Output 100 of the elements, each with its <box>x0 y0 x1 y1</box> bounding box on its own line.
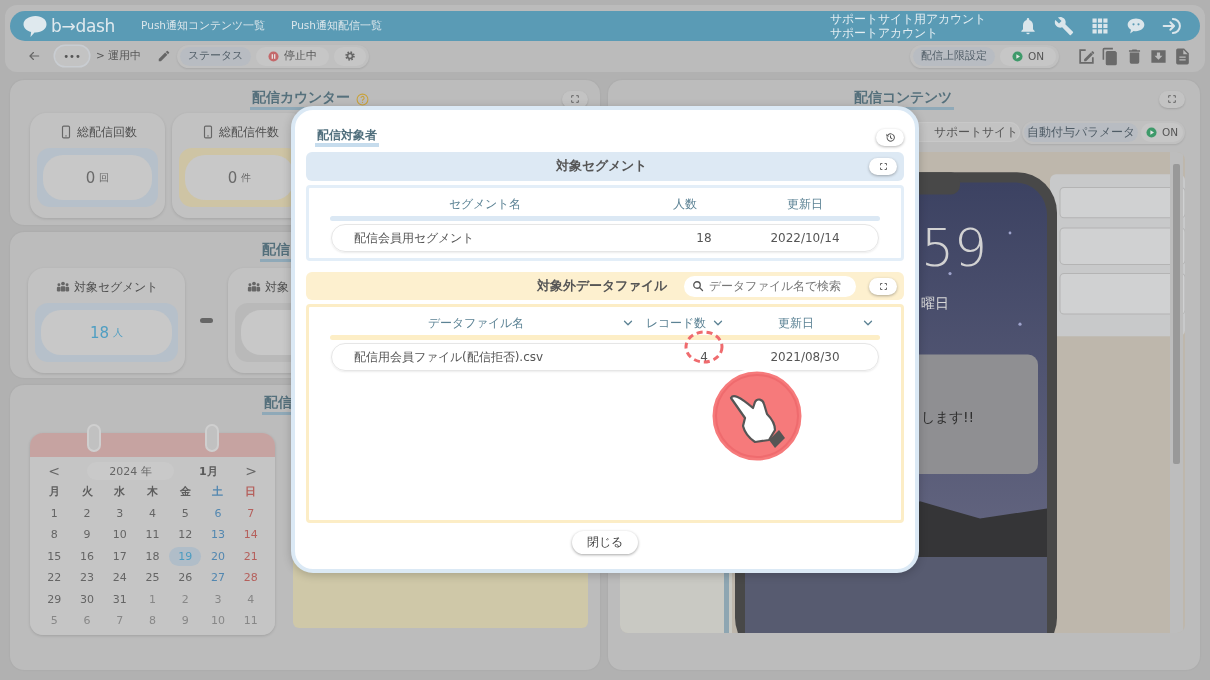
calendar-day[interactable]: 23 <box>71 568 104 588</box>
calendar-day[interactable]: 15 <box>38 546 71 566</box>
more-button[interactable]: ••• <box>55 46 89 66</box>
calendar-day[interactable]: 5 <box>38 611 71 631</box>
calendar-day[interactable]: 7 <box>234 503 267 523</box>
settings-button[interactable] <box>334 46 367 66</box>
year-selector[interactable]: 2024 年 <box>87 462 174 480</box>
expand-icon <box>878 162 888 171</box>
calendar-day[interactable]: 6 <box>201 503 234 523</box>
calendar-day[interactable]: 3 <box>103 503 136 523</box>
app-grid-icon[interactable] <box>1090 16 1110 36</box>
calendar-ring <box>87 424 101 452</box>
calendar-day[interactable]: 22 <box>38 568 71 588</box>
table-cell-text: 2022/10/14 <box>769 231 841 245</box>
toggle-switch[interactable]: ON <box>999 46 1056 66</box>
people-icon <box>247 280 261 294</box>
status-button[interactable]: 停止中 <box>256 46 330 66</box>
column-header[interactable]: 更新日 <box>730 314 880 332</box>
calendar-day[interactable]: 9 <box>71 525 104 545</box>
breadcrumb[interactable]: > 運用中 <box>96 49 142 63</box>
calendar-day[interactable]: 25 <box>136 568 169 588</box>
nav-link[interactable]: Push通知配信一覧 <box>291 19 382 33</box>
toggle-switch[interactable]: ON <box>1140 122 1183 142</box>
back-arrow-icon[interactable] <box>27 49 41 63</box>
calendar-day[interactable]: 11 <box>136 525 169 545</box>
calendar-day[interactable]: 26 <box>169 568 202 588</box>
calendar-day[interactable]: 6 <box>71 611 104 631</box>
calendar-day[interactable]: 10 <box>103 525 136 545</box>
lock-screen-date: 曜日 <box>921 295 949 313</box>
edit-icon[interactable] <box>1077 46 1096 66</box>
bell-icon[interactable] <box>1018 16 1038 36</box>
expand-button[interactable] <box>869 158 897 175</box>
search-icon <box>692 280 704 292</box>
calendar-day[interactable]: 5 <box>169 503 202 523</box>
document-icon[interactable] <box>1173 46 1192 66</box>
calendar-day[interactable]: 18 <box>136 546 169 566</box>
card-label: 総配信回数 <box>76 124 137 140</box>
calendar-day[interactable]: 30 <box>71 589 104 609</box>
column-header[interactable]: 更新日 <box>787 195 823 213</box>
calendar-day[interactable]: 8 <box>136 611 169 631</box>
calendar-day[interactable]: 13 <box>201 525 234 545</box>
calendar-day[interactable]: 14 <box>234 525 267 545</box>
calendar-ring <box>205 424 219 452</box>
weekday-label: 木 <box>147 484 158 500</box>
logo-text[interactable]: b→dash <box>51 16 116 36</box>
calendar-day[interactable]: 3 <box>201 589 234 609</box>
limit-label[interactable]: 配信上限設定 <box>912 46 995 66</box>
nav-link[interactable]: Push通知コンテンツ一覧 <box>141 19 265 33</box>
parameter-button[interactable]: 自動付与パラメータ <box>1023 122 1138 142</box>
calendar-day[interactable]: 21 <box>234 546 267 566</box>
wrench-icon[interactable] <box>1054 16 1074 36</box>
calendar-day[interactable]: 11 <box>234 611 267 631</box>
stat-value: 18 <box>89 323 110 342</box>
calendar-day[interactable]: 7 <box>103 611 136 631</box>
expand-icon <box>878 281 888 291</box>
calendar-day[interactable]: 12 <box>169 525 202 545</box>
table-cell-text: 配信会員用セグメント <box>353 229 475 247</box>
search-field[interactable]: データファイル名で検索 <box>684 275 856 297</box>
calendar-day[interactable]: 8 <box>38 525 71 545</box>
calendar-day[interactable]: 16 <box>71 546 104 566</box>
calendar-day[interactable]: 28 <box>234 568 267 588</box>
calendar-day[interactable]: 1 <box>38 503 71 523</box>
logo-icon[interactable] <box>22 15 48 37</box>
stat-unit: 人 <box>113 325 124 340</box>
lock-screen-time: 59 <box>921 222 988 274</box>
history-button[interactable] <box>876 128 904 146</box>
settings-icon <box>344 50 357 62</box>
previous-month-button[interactable]: < <box>38 463 70 479</box>
stat-value: 0 <box>227 168 238 187</box>
column-header[interactable]: レコード数 <box>640 314 730 332</box>
table-cell-text: 18 <box>695 231 713 245</box>
weekday-label: 金 <box>179 484 191 500</box>
calendar-day[interactable]: 29 <box>38 589 71 609</box>
weekday-label: 水 <box>114 484 126 500</box>
calendar-day[interactable]: 2 <box>169 589 202 609</box>
calendar-day[interactable]: 4 <box>136 503 169 523</box>
calendar-day[interactable]: 27 <box>201 568 234 588</box>
column-header[interactable]: 人数 <box>673 195 697 213</box>
next-month-button[interactable]: > <box>235 463 267 479</box>
column-header[interactable]: データファイル名 <box>330 314 640 332</box>
calendar-day[interactable]: 31 <box>103 589 136 609</box>
status-label[interactable]: ステータス <box>180 46 252 66</box>
column-header[interactable]: セグメント名 <box>449 195 521 213</box>
card-label: 総配信件数 <box>218 124 279 140</box>
copy-icon[interactable] <box>1101 46 1120 66</box>
expand-button[interactable] <box>869 277 897 295</box>
pencil-icon[interactable] <box>157 49 172 63</box>
calendar-day[interactable]: 2 <box>71 503 104 523</box>
calendar-day[interactable]: 17 <box>103 546 136 566</box>
calendar-day[interactable]: 24 <box>103 568 136 588</box>
notification-text: します!! <box>921 409 975 427</box>
calendar-day[interactable]: 4 <box>234 589 267 609</box>
expand-button[interactable] <box>1159 90 1185 108</box>
calendar-day[interactable]: 20 <box>201 546 234 566</box>
sign-in-icon[interactable] <box>1162 16 1182 36</box>
calendar-day[interactable]: 10 <box>201 611 234 631</box>
close-button[interactable]: 閉じる <box>572 530 638 554</box>
calendar-day[interactable]: 9 <box>169 611 202 631</box>
chat-bubble-icon[interactable] <box>1126 16 1146 36</box>
calendar-day[interactable]: 1 <box>136 589 169 609</box>
